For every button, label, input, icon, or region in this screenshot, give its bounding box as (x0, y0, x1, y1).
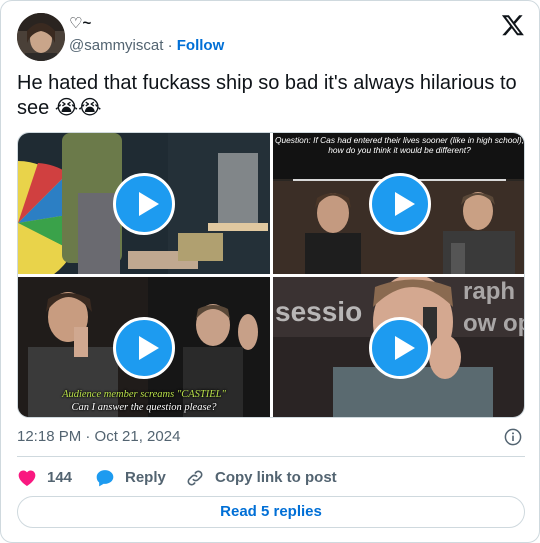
video-subtitle-line-1: Audience member screams "CASTIEL" (62, 389, 226, 400)
video-tile-4[interactable]: sessio raph ow op (273, 277, 525, 417)
info-icon[interactable] (504, 428, 522, 446)
video-tile-3[interactable]: Audience member screams "CASTIEL" Can I … (18, 277, 270, 417)
separator-dot: · (167, 37, 173, 54)
like-button[interactable]: 144 (17, 467, 72, 489)
play-button-icon[interactable] (113, 172, 175, 235)
reply-label: Reply (125, 469, 166, 486)
read-replies-button[interactable]: Read 5 replies (17, 496, 525, 528)
heart-icon (18, 470, 36, 486)
copy-link-label: Copy link to post (215, 469, 337, 486)
tweet-card: ♡~ @sammyiscat · Follow He hated that fu… (0, 0, 540, 543)
author-display-name[interactable]: ♡~ (69, 15, 91, 33)
play-button-icon[interactable] (368, 317, 431, 379)
reply-bubble-icon (96, 470, 114, 487)
media-grid: Question: If Cas had entered their lives… (17, 132, 525, 418)
like-count: 144 (47, 469, 73, 486)
reply-button[interactable]: Reply (95, 467, 166, 489)
video-caption-question: Question: If Cas had entered their lives… (274, 135, 525, 155)
play-button-icon[interactable] (113, 317, 175, 379)
avatar[interactable] (17, 13, 65, 61)
background-text-graph: raph (463, 278, 515, 305)
background-text-op: ow op (463, 310, 525, 337)
video-subtitle-line-2: Can I answer the question please? (71, 402, 217, 413)
tweet-timestamp[interactable]: 12:18 PM · Oct 21, 2024 (17, 428, 180, 446)
divider (17, 456, 525, 457)
author-handle-row: @sammyiscat · Follow (69, 37, 224, 55)
background-text-session: sessio (275, 296, 362, 327)
follow-button[interactable]: Follow (177, 37, 225, 54)
video-tile-1[interactable] (18, 133, 270, 274)
play-button-icon[interactable] (368, 172, 431, 235)
video-tile-2[interactable]: Question: If Cas had entered their lives… (273, 133, 525, 274)
link-icon (187, 470, 203, 486)
action-bar: 144 Reply Copy link to post (17, 467, 525, 489)
copy-link-button[interactable]: Copy link to post (185, 467, 337, 489)
tweet-text: He hated that fuckass ship so bad it's a… (17, 72, 517, 119)
x-logo-icon[interactable] (501, 13, 525, 37)
author-handle[interactable]: @sammyiscat (69, 37, 163, 54)
